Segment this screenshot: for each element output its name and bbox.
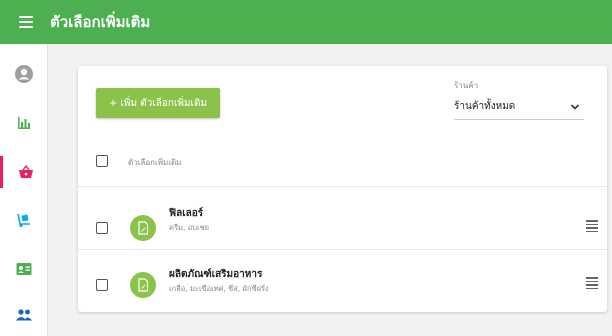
document-icon: [130, 215, 156, 241]
sidebar-item-items[interactable]: [0, 156, 48, 188]
item-subtitle: ครีม, อบเชย: [169, 223, 210, 232]
bar-chart-icon: [18, 117, 30, 129]
store-select[interactable]: ร้านค้าทั้งหมด: [454, 94, 584, 120]
sidebar-item-customers[interactable]: [0, 299, 48, 331]
sidebar-item-reports[interactable]: [0, 107, 48, 139]
drag-handle-icon[interactable]: [586, 220, 598, 232]
add-option-button[interactable]: + เพิ่ม ตัวเลือกเพิ่มเติม: [96, 88, 220, 118]
sidebar-item-account[interactable]: [0, 58, 48, 90]
select-all-checkbox[interactable]: [96, 155, 108, 167]
column-header-options: ตัวเลือกเพิ่มเติม: [128, 158, 182, 167]
sidebar-item-employees[interactable]: [0, 253, 48, 285]
store-label: ร้านค้า: [454, 81, 479, 90]
document-icon: [130, 272, 156, 298]
id-card-icon: [16, 263, 32, 275]
row-checkbox[interactable]: [96, 279, 108, 291]
item-subtitle: เกลือ, มะเขือเทศ, ชีส, ผักชีฝรั่ง: [169, 284, 269, 293]
store-select-value: ร้านค้าทั้งหมด: [454, 101, 516, 112]
item-title: ผลิตภัณฑ์เสริมอาหาร: [169, 269, 263, 280]
item-title: ฟิลเลอร์: [169, 208, 204, 219]
menu-icon[interactable]: [19, 16, 33, 28]
sidebar: [0, 44, 48, 336]
app-header: ตัวเลือกเพิ่มเติม: [0, 0, 612, 44]
users-icon: [16, 309, 32, 321]
shopping-basket-icon: [18, 164, 33, 178]
options-card: + เพิ่ม ตัวเลือกเพิ่มเติม ร้านค้า ร้านค้…: [78, 66, 607, 312]
divider: [78, 249, 607, 250]
sidebar-item-inventory[interactable]: [0, 204, 48, 236]
chevron-down-icon: [570, 103, 580, 110]
user-circle-icon: [15, 65, 33, 83]
row-checkbox[interactable]: [96, 222, 108, 234]
page-title: ตัวเลือกเพิ่มเติม: [50, 13, 151, 31]
divider: [78, 186, 607, 187]
hand-truck-icon: [17, 213, 30, 228]
drag-handle-icon[interactable]: [586, 277, 598, 289]
